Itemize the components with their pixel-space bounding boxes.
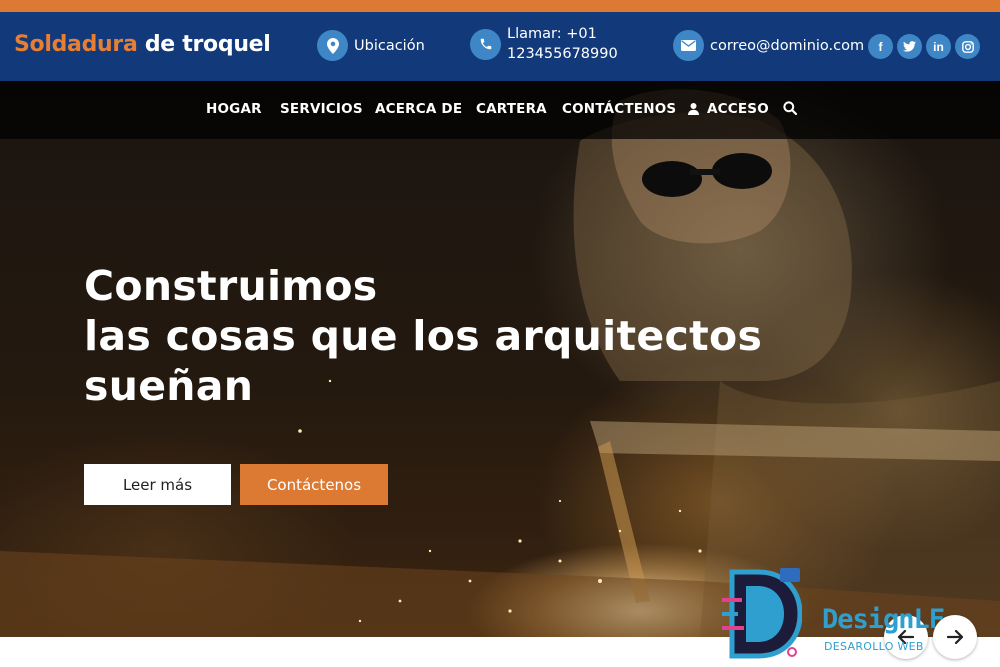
contact-button[interactable]: Contáctenos	[240, 464, 388, 505]
designlf-watermark: DesignLF DESAROLLO WEB	[700, 560, 1000, 667]
envelope-icon	[673, 30, 704, 61]
call-line-2: 123455678990	[507, 46, 618, 62]
site-logo[interactable]: Soldadura de troquel	[14, 32, 271, 57]
hero-heading-line-2: las cosas que los arquitectos	[84, 312, 763, 360]
linkedin-icon[interactable]: in	[926, 34, 951, 59]
nav-acerca-de[interactable]: ACERCA DE	[375, 101, 462, 117]
hero-heading-line-1: Construimos	[84, 262, 378, 310]
hero-heading-line-3: sueñan	[84, 362, 254, 410]
designlf-logo-icon	[722, 568, 802, 659]
logo-word-1: Soldadura	[14, 32, 138, 57]
call-line-1: Llamar: +01	[507, 26, 597, 42]
nav-acceso-label: ACCESO	[707, 101, 769, 117]
nav-cartera[interactable]: CARTERA	[476, 101, 547, 117]
email-address: correo@dominio.com	[710, 37, 865, 54]
map-pin-icon	[317, 30, 348, 61]
twitter-icon[interactable]	[897, 34, 922, 59]
hero-slider: HOGAR SERVICIOS ACERCA DE CARTERA CONTÁC…	[0, 81, 1000, 637]
facebook-icon[interactable]: f	[868, 34, 893, 59]
call-text: Llamar: +01 123455678990	[507, 24, 618, 64]
top-accent-strip	[0, 0, 1000, 12]
user-icon	[688, 103, 699, 115]
nav-hogar[interactable]: HOGAR	[206, 101, 262, 117]
nav-servicios[interactable]: SERVICIOS	[280, 101, 363, 117]
social-links: f in	[868, 34, 984, 59]
main-navigation: HOGAR SERVICIOS ACERCA DE CARTERA CONTÁC…	[0, 81, 1000, 139]
phone-icon	[470, 28, 501, 60]
logo-word-2: de troquel	[144, 32, 271, 57]
read-more-button[interactable]: Leer más	[84, 464, 231, 505]
watermark-subtitle: DESAROLLO WEB	[824, 640, 924, 653]
hero-heading: Construimos las cosas que los arquitecto…	[84, 261, 762, 411]
watermark-brand: DesignLF	[822, 604, 945, 635]
site-header: Soldadura de troquel Ubicación Llamar: +…	[0, 12, 1000, 81]
call-info[interactable]: Llamar: +01 123455678990	[470, 24, 618, 64]
location-info[interactable]: Ubicación	[317, 30, 425, 61]
email-info[interactable]: correo@dominio.com	[673, 30, 864, 61]
location-label: Ubicación	[354, 37, 425, 54]
nav-acceso[interactable]: ACCESO	[688, 101, 769, 117]
search-icon[interactable]	[783, 101, 798, 119]
instagram-icon[interactable]	[955, 34, 980, 59]
nav-contactenos[interactable]: CONTÁCTENOS	[562, 101, 676, 117]
